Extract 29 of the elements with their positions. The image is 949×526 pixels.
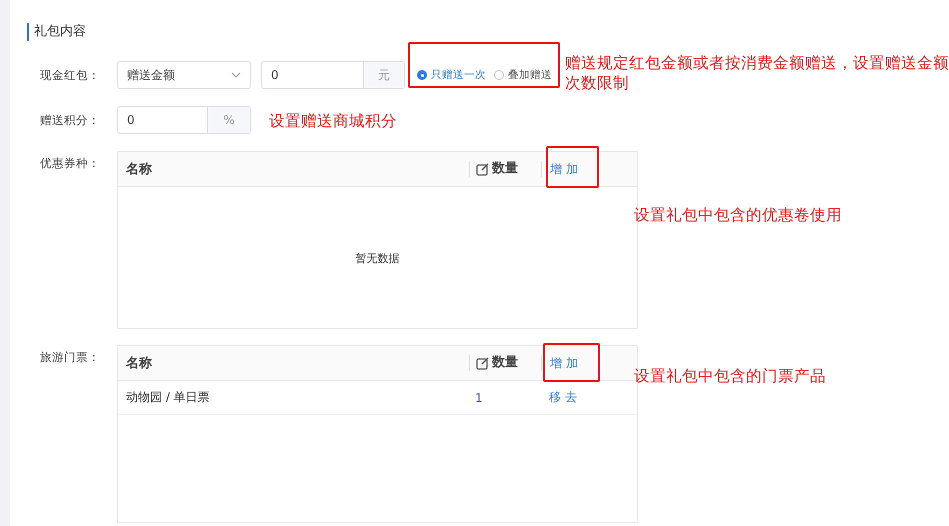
field-label: 旅游门票： — [39, 349, 100, 366]
section-title: 礼包内容 — [27, 23, 86, 41]
chevron-down-icon — [231, 72, 241, 78]
add-link[interactable]: 增 加 — [550, 356, 578, 370]
column-header: 数量 — [492, 161, 518, 177]
field-label: 优惠券种： — [39, 155, 100, 172]
table-cell-text: 动物园 / 单日票 — [125, 389, 211, 406]
annotation-text: 设置礼包中包含的优惠卷使用 — [634, 205, 842, 225]
annotation-text: 设置礼包中包含的门票产品 — [634, 366, 826, 386]
edit-icon — [476, 162, 489, 176]
column-header: 数量 — [492, 355, 518, 371]
field-label: 现金红包： — [39, 67, 100, 84]
radio-option[interactable]: 只赠送一次 — [417, 68, 486, 82]
highlight-box — [546, 146, 599, 188]
highlight-box — [543, 343, 600, 382]
add-link[interactable]: 增 加 — [550, 162, 578, 176]
mode-select[interactable]: 赠送金额 — [117, 61, 251, 89]
annotation-text: 设置赠送商城积分 — [269, 111, 397, 131]
edit-icon — [476, 356, 489, 370]
radio-option[interactable]: 叠加赠送 — [494, 68, 552, 82]
amount-field[interactable]: 0 元 — [261, 61, 405, 89]
remove-link[interactable]: 移 去 — [549, 390, 577, 404]
empty-text: 暂无数据 — [356, 250, 400, 266]
points-field[interactable]: 0 % — [117, 106, 251, 134]
column-header: 名称 — [124, 355, 153, 372]
field-label: 赠送积分： — [39, 112, 100, 129]
table-cell-text: 1 — [474, 390, 484, 404]
column-header: 名称 — [124, 161, 153, 178]
annotation-text: 赠送规定红包金额或者按消费金额赠送，设置赠送金额次数限制 — [565, 53, 949, 93]
